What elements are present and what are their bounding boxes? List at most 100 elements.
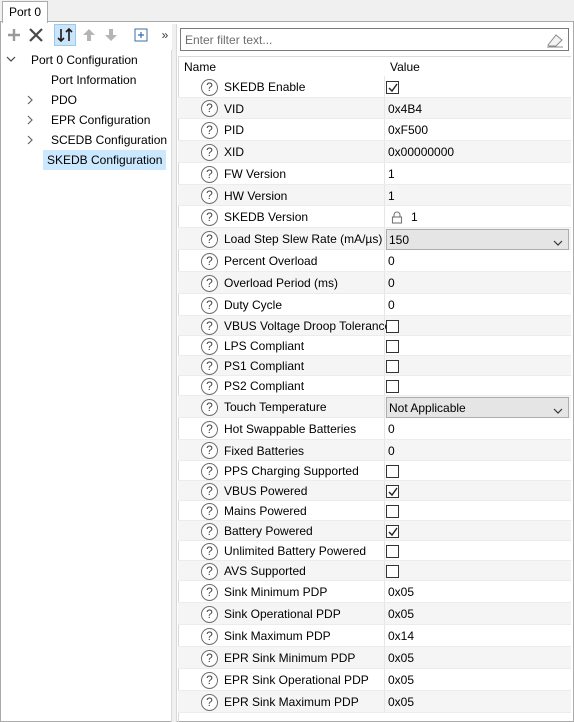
help-icon[interactable]: ? (201, 502, 218, 520)
help-icon[interactable]: ? (201, 377, 218, 395)
property-dropdown[interactable]: Not Applicable (386, 396, 569, 418)
property-row-vid[interactable]: ? VID 0x4B4 (178, 98, 571, 119)
help-icon[interactable]: ? (201, 252, 218, 270)
property-value[interactable]: 0x05 (388, 673, 414, 687)
help-icon[interactable]: ? (201, 100, 218, 117)
expanded-chevron-icon[interactable] (5, 50, 17, 70)
property-row-mains-powered[interactable]: ? Mains Powered (178, 501, 571, 521)
help-icon[interactable]: ? (201, 317, 218, 335)
help-icon[interactable]: ? (201, 121, 218, 139)
property-row-ps2-compliant[interactable]: ? PS2 Compliant (178, 376, 571, 396)
property-value[interactable]: 0 (388, 444, 395, 458)
tree-item-port-information[interactable]: Port Information (47, 70, 140, 90)
help-icon[interactable]: ? (201, 627, 218, 645)
property-row-load-step-slew-rate-ma-s[interactable]: ? Load Step Slew Rate (mA/µs) 150 (178, 228, 571, 250)
property-row-overload-period-ms[interactable]: ? Overload Period (ms) 0 (178, 272, 571, 294)
property-row-percent-overload[interactable]: ? Percent Overload 0 (178, 250, 571, 272)
help-icon[interactable]: ? (201, 337, 218, 355)
clear-filter-icon[interactable] (546, 32, 564, 48)
property-checkbox[interactable] (386, 80, 399, 94)
property-checkbox[interactable] (386, 359, 399, 373)
sort-button[interactable] (54, 24, 76, 46)
expand-collapse-button[interactable] (130, 24, 152, 46)
property-value[interactable]: 0x4B4 (388, 102, 422, 116)
property-row-fw-version[interactable]: ? FW Version 1 (178, 163, 571, 185)
property-checkbox[interactable] (386, 544, 399, 558)
help-icon[interactable]: ? (201, 296, 218, 314)
help-icon[interactable]: ? (201, 420, 218, 438)
property-value[interactable]: 0x05 (388, 585, 414, 599)
tab-port-0[interactable]: Port 0 (2, 1, 48, 23)
property-value[interactable]: 0x05 (388, 695, 414, 709)
property-value[interactable]: 0 (388, 276, 395, 290)
collapsed-chevron-icon[interactable] (25, 130, 37, 150)
property-dropdown[interactable]: 150 (386, 228, 569, 250)
property-row-avs-supported[interactable]: ? AVS Supported (178, 561, 571, 581)
property-row-duty-cycle[interactable]: ? Duty Cycle 0 (178, 294, 571, 316)
property-row-xid[interactable]: ? XID 0x00000000 (178, 141, 571, 163)
property-row-hot-swappable-batteries[interactable]: ? Hot Swappable Batteries 0 (178, 418, 571, 440)
property-row-epr-sink-minimum-pdp[interactable]: ? EPR Sink Minimum PDP 0x05 (178, 647, 571, 669)
tree-item-epr-configuration[interactable]: EPR Configuration (47, 110, 154, 130)
property-row-skedb-version[interactable]: ? SKEDB Version 1 (178, 206, 571, 228)
property-checkbox[interactable] (386, 564, 399, 578)
property-value[interactable]: 0 (388, 254, 395, 268)
collapsed-chevron-icon[interactable] (25, 90, 37, 110)
help-icon[interactable]: ? (201, 649, 218, 667)
property-value[interactable]: 0 (388, 298, 395, 312)
property-value[interactable]: 0 (388, 422, 395, 436)
help-icon[interactable]: ? (201, 274, 218, 292)
property-row-lps-compliant[interactable]: ? LPS Compliant (178, 336, 571, 356)
move-up-button[interactable] (78, 24, 100, 46)
property-row-sink-operational-pdp[interactable]: ? Sink Operational PDP 0x05 (178, 603, 571, 625)
property-row-hw-version[interactable]: ? HW Version 1 (178, 185, 571, 206)
help-icon[interactable]: ? (201, 357, 218, 375)
property-value[interactable]: 0x05 (388, 607, 414, 621)
collapsed-chevron-icon[interactable] (25, 110, 37, 130)
property-row-epr-sink-operational-pdp[interactable]: ? EPR Sink Operational PDP 0x05 (178, 669, 571, 691)
help-icon[interactable]: ? (201, 542, 218, 560)
property-row-pps-charging-supported[interactable]: ? PPS Charging Supported (178, 461, 571, 481)
help-icon[interactable]: ? (201, 230, 218, 248)
property-row-sink-minimum-pdp[interactable]: ? Sink Minimum PDP 0x05 (178, 581, 571, 603)
help-icon[interactable]: ? (201, 208, 218, 226)
help-icon[interactable]: ? (201, 143, 218, 161)
property-row-fixed-batteries[interactable]: ? Fixed Batteries 0 (178, 440, 571, 461)
help-icon[interactable]: ? (201, 671, 218, 689)
help-icon[interactable]: ? (201, 562, 218, 580)
tree-item-skedb-configuration[interactable]: SKEDB Configuration (43, 150, 167, 170)
property-value[interactable]: 0xF500 (388, 123, 428, 137)
property-row-sink-maximum-pdp[interactable]: ? Sink Maximum PDP 0x14 (178, 625, 571, 647)
property-row-pid[interactable]: ? PID 0xF500 (178, 119, 571, 141)
property-checkbox[interactable] (386, 524, 399, 538)
property-row-vbus-powered[interactable]: ? VBUS Powered (178, 481, 571, 501)
property-checkbox[interactable] (386, 379, 399, 393)
help-icon[interactable]: ? (201, 165, 218, 183)
property-checkbox[interactable] (386, 504, 399, 518)
property-checkbox[interactable] (386, 319, 399, 333)
help-icon[interactable]: ? (201, 583, 218, 601)
tree-item-scedb-configuration[interactable]: SCEDB Configuration (47, 130, 171, 150)
property-row-vbus-voltage-droop-tolerance[interactable]: ? VBUS Voltage Droop Tolerance (178, 316, 571, 336)
help-icon[interactable]: ? (201, 442, 218, 459)
move-down-button[interactable] (100, 24, 122, 46)
property-row-skedb-enable[interactable]: ? SKEDB Enable (178, 76, 571, 98)
property-checkbox[interactable] (386, 339, 399, 353)
help-icon[interactable]: ? (201, 398, 218, 416)
property-row-touch-temperature[interactable]: ? Touch Temperature Not Applicable (178, 396, 571, 418)
help-icon[interactable]: ? (201, 605, 218, 623)
property-row-ps1-compliant[interactable]: ? PS1 Compliant (178, 356, 571, 376)
column-header-name[interactable]: Name (184, 58, 216, 76)
property-value[interactable]: 1 (388, 189, 395, 203)
property-checkbox[interactable] (386, 484, 399, 498)
help-icon[interactable]: ? (201, 187, 218, 204)
property-value[interactable]: 1 (388, 167, 395, 181)
property-value[interactable]: 0x14 (388, 629, 414, 643)
help-icon[interactable]: ? (201, 482, 218, 500)
property-row-unlimited-battery-powered[interactable]: ? Unlimited Battery Powered (178, 541, 571, 561)
column-header-value[interactable]: Value (390, 58, 420, 76)
property-value[interactable]: 0x05 (388, 651, 414, 665)
property-checkbox[interactable] (386, 464, 399, 478)
add-button[interactable] (3, 24, 25, 46)
property-row-battery-powered[interactable]: ? Battery Powered (178, 521, 571, 541)
